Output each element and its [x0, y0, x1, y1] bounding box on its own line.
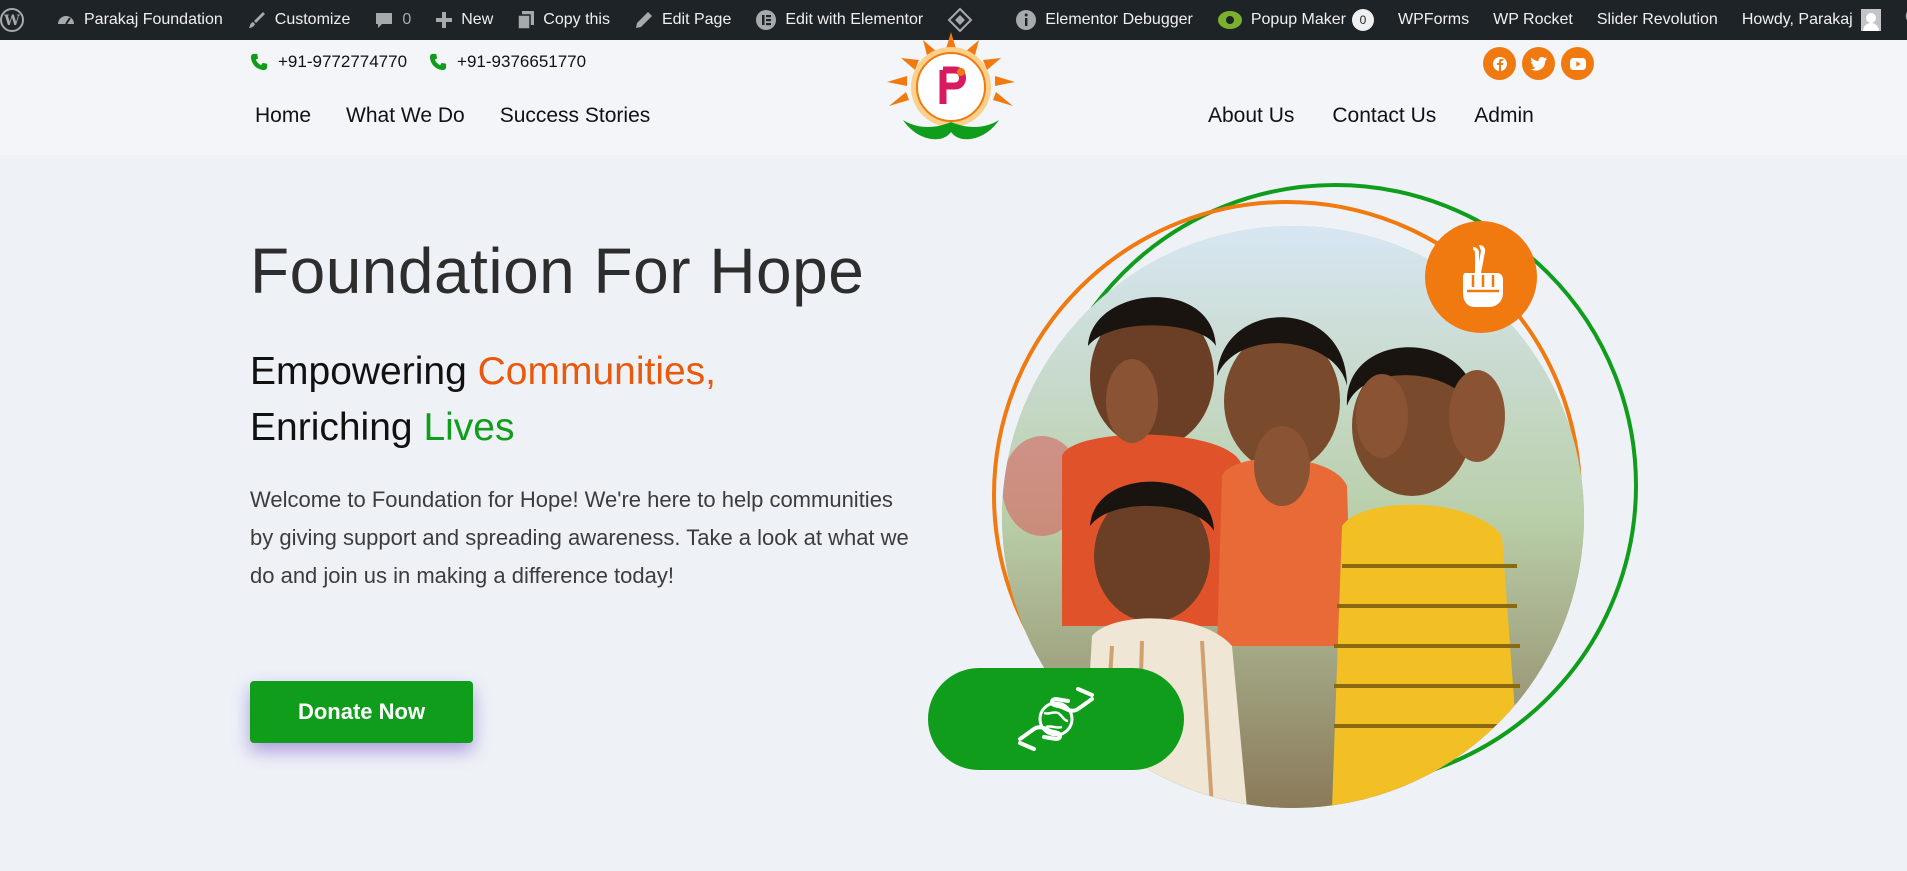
popup-maker-link[interactable]: Popup Maker 0 — [1205, 0, 1386, 40]
nav-contact-us[interactable]: Contact Us — [1332, 104, 1436, 128]
site-logo[interactable] — [873, 32, 1029, 152]
hero-subtitle: Empowering Communities, Enriching Lives — [250, 344, 716, 456]
comments-count: 0 — [402, 11, 412, 28]
subtitle-highlight-green: Lives — [423, 406, 515, 449]
hero-title: Foundation For Hope — [250, 235, 865, 307]
subtitle-highlight-orange: Communities, — [477, 350, 717, 393]
avatar — [1860, 9, 1881, 31]
helping-hands-globe-icon — [1018, 687, 1094, 751]
info-icon — [1015, 9, 1037, 31]
popup-maker-icon — [1217, 9, 1243, 31]
twitter-button[interactable] — [1522, 47, 1555, 80]
primary-nav-left: Home What We Do Success Stories — [255, 104, 650, 128]
wpforms-label: WPForms — [1398, 11, 1470, 28]
wp-rocket-link[interactable]: WP Rocket — [1481, 0, 1585, 40]
twitter-icon — [1530, 56, 1547, 71]
slider-revolution-link[interactable]: Slider Revolution — [1585, 0, 1730, 40]
new-label: New — [461, 11, 494, 28]
debugger-label: Elementor Debugger — [1045, 11, 1193, 28]
facebook-button[interactable] — [1483, 47, 1516, 80]
wordpress-logo-button[interactable]: W — [0, 0, 44, 40]
howdy-label: Howdy, Parakaj — [1741, 11, 1853, 28]
slider-revolution-label: Slider Revolution — [1596, 11, 1718, 28]
new-content-link[interactable]: New — [423, 0, 505, 40]
search-button[interactable] — [1893, 0, 1907, 40]
my-account-link[interactable]: Howdy, Parakaj — [1730, 0, 1893, 40]
diamond-icon — [947, 7, 973, 33]
nav-about-us[interactable]: About Us — [1208, 104, 1294, 128]
crossed-fingers-icon — [1463, 245, 1503, 307]
nav-home[interactable]: Home — [255, 104, 311, 128]
phone-icon — [250, 53, 268, 71]
wp-rocket-label: WP Rocket — [1493, 11, 1573, 28]
site-name-label: Parakaj Foundation — [84, 11, 223, 28]
popup-count-badge: 0 — [1352, 9, 1375, 31]
svg-text:W: W — [3, 13, 20, 29]
plus-icon — [435, 11, 453, 29]
helping-hands-pill — [928, 668, 1184, 770]
site-header: +91-9772774770 +91-9376651770 Home What … — [0, 32, 1907, 155]
phone-item[interactable]: +91-9772774770 — [250, 52, 407, 72]
subtitle-line-1: Empowering Communities, — [250, 344, 716, 400]
phone-number: +91-9772774770 — [278, 52, 408, 71]
subtitle-word: Empowering — [250, 350, 478, 393]
nav-what-we-do[interactable]: What We Do — [346, 104, 465, 128]
comment-bubble-icon — [374, 10, 394, 30]
social-links — [1483, 47, 1594, 80]
customize-link[interactable]: Customize — [235, 0, 363, 40]
nav-success-stories[interactable]: Success Stories — [500, 104, 651, 128]
popup-maker-label: Popup Maker — [1250, 11, 1347, 28]
edit-page-link[interactable]: Edit Page — [622, 0, 743, 40]
phone-icon — [429, 53, 447, 71]
phone-list: +91-9772774770 +91-9376651770 — [250, 52, 586, 72]
subtitle-line-2: Enriching Lives — [250, 400, 716, 456]
copy-this-link[interactable]: Copy this — [505, 0, 622, 40]
site-name-link[interactable]: Parakaj Foundation — [44, 0, 235, 40]
donate-now-button[interactable]: Donate Now — [250, 681, 473, 743]
wordpress-icon: W — [0, 8, 24, 32]
crossed-fingers-badge — [1425, 221, 1537, 333]
phone-item[interactable]: +91-9376651770 — [429, 52, 586, 72]
youtube-icon — [1569, 57, 1586, 70]
primary-nav-right: About Us Contact Us Admin — [1208, 104, 1534, 128]
dashboard-icon — [56, 10, 76, 30]
pencil-icon — [634, 10, 654, 30]
comments-link[interactable]: 0 — [362, 0, 423, 40]
copy-icon — [517, 10, 535, 30]
paintbrush-icon — [247, 10, 267, 30]
elementor-icon — [755, 9, 777, 31]
edit-elementor-label: Edit with Elementor — [785, 11, 924, 28]
subtitle-word: Enriching — [250, 406, 424, 449]
edit-page-label: Edit Page — [661, 11, 732, 28]
copy-this-label: Copy this — [543, 11, 610, 28]
nav-admin[interactable]: Admin — [1474, 104, 1534, 128]
facebook-icon — [1492, 56, 1507, 72]
elementor-debugger-link[interactable]: Elementor Debugger — [1003, 0, 1205, 40]
customize-label: Customize — [274, 11, 351, 28]
wpforms-link[interactable]: WPForms — [1386, 0, 1481, 40]
hero-description: Welcome to Foundation for Hope! We're he… — [250, 487, 909, 588]
phone-number: +91-9376651770 — [457, 52, 587, 71]
youtube-button[interactable] — [1561, 47, 1594, 80]
